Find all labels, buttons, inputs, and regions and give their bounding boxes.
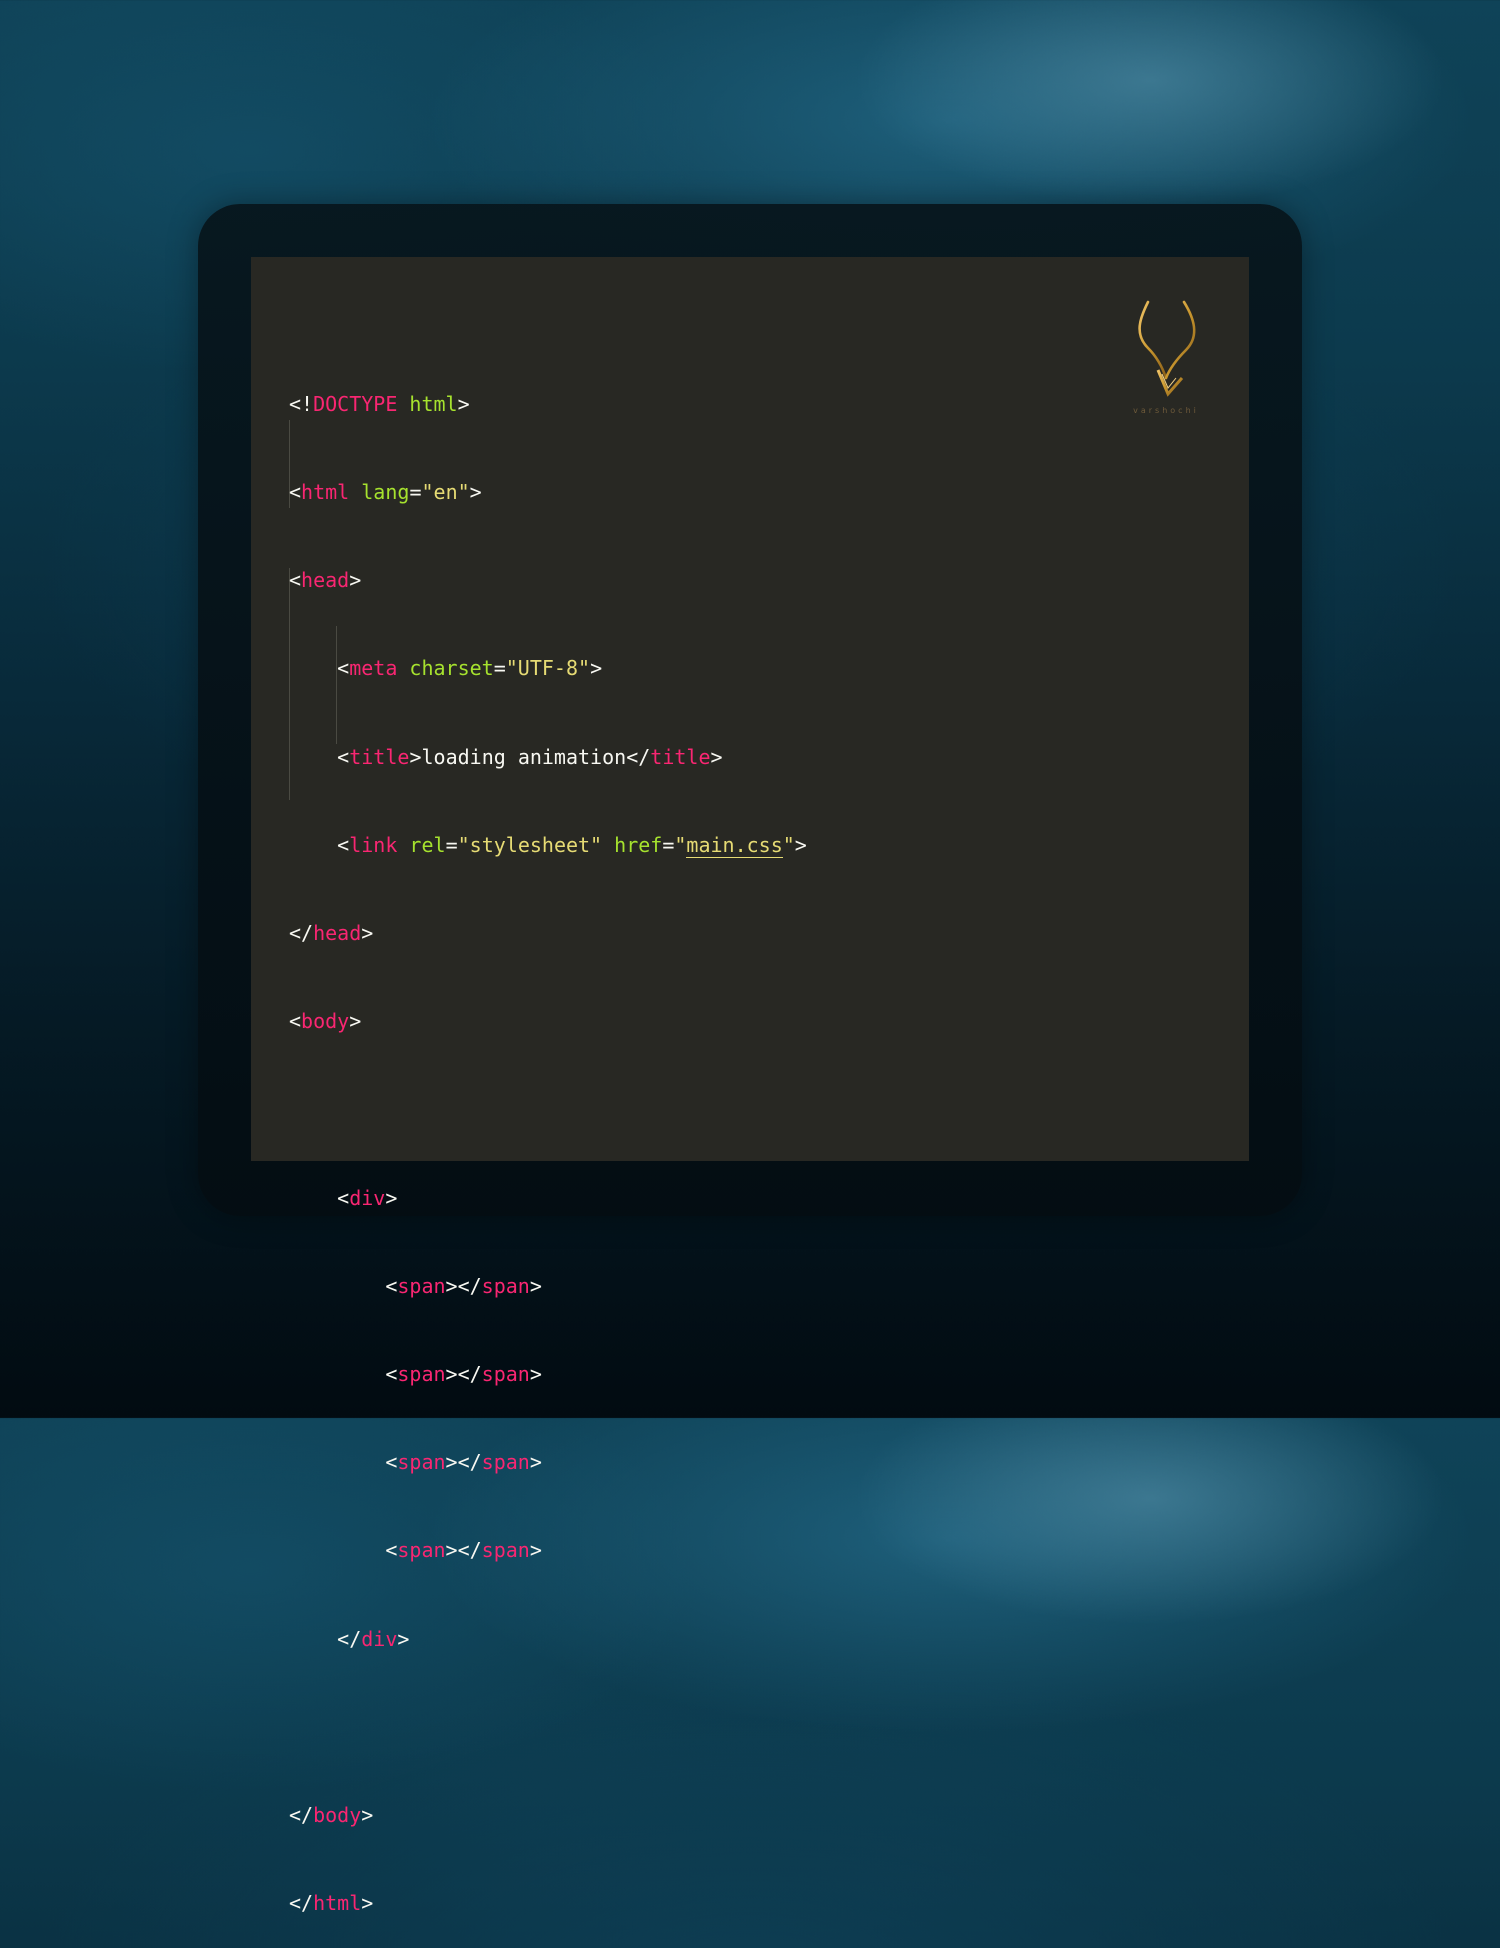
code-line: <head> xyxy=(289,568,362,593)
code-line: </head> xyxy=(289,921,374,946)
code-line: <span></span> xyxy=(385,1538,542,1563)
desktop-background: { "editor": { "theme_colors": { "backgro… xyxy=(0,0,1500,1915)
code-line: <body> xyxy=(289,1009,362,1034)
code-block: <!DOCTYPE html> <html lang="en"> <head> … xyxy=(289,331,807,1948)
code-line: </html> xyxy=(289,1891,374,1916)
code-line: </div> xyxy=(337,1626,410,1651)
code-line: <html lang="en"> xyxy=(289,480,482,505)
brand-logo: varshochi xyxy=(1118,296,1214,426)
code-line: <span></span> xyxy=(385,1362,542,1387)
stylesheet-link[interactable]: main.css xyxy=(686,832,783,858)
code-line: </body> xyxy=(289,1803,374,1828)
code-line: <div> xyxy=(337,1185,398,1210)
code-line: <title>loading animation</title> xyxy=(337,744,723,769)
horned-v-emblem-icon xyxy=(1138,300,1196,397)
code-line: <meta charset="UTF-8"> xyxy=(337,656,603,681)
code-line: <link rel="stylesheet" href="main.css"> xyxy=(337,832,807,858)
code-line: <!DOCTYPE html> xyxy=(289,391,470,416)
code-line: <span></span> xyxy=(385,1273,542,1298)
code-line: <span></span> xyxy=(385,1450,542,1475)
logo-wordmark: varshochi xyxy=(1133,406,1199,415)
